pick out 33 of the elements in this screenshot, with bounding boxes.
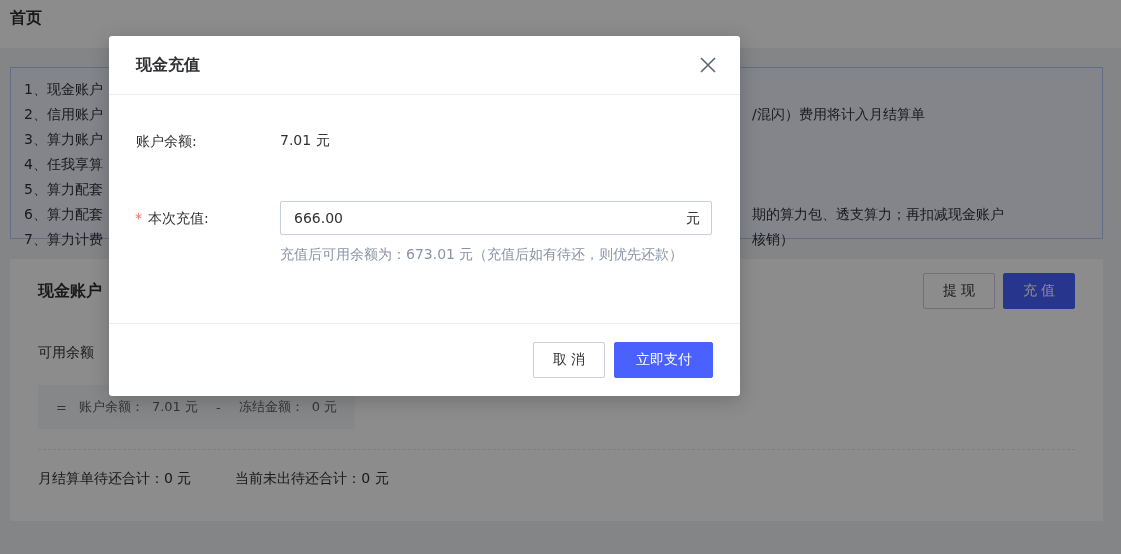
dialog-button[interactable]: 取 消 (533, 342, 605, 378)
field-label: 本次充值: (148, 210, 209, 226)
balance-value: 7.01 元 (280, 132, 330, 148)
notice-text: 2、信用账户 (24, 105, 103, 124)
field-label: 账户余额: (136, 133, 197, 149)
page-title: 首页 (10, 7, 42, 29)
action-button[interactable]: 提 现 (923, 273, 995, 309)
available-label: 可用余额 (38, 344, 94, 360)
total-text: 当前未出待还合计：0 元 (235, 470, 389, 488)
frozen-label: 冻结金额： (238, 398, 304, 416)
close-icon[interactable] (700, 57, 716, 73)
notice-text: /混闪）费用将计入月结算单 (752, 105, 925, 124)
dialog-title: 现金充值 (136, 54, 200, 76)
notice-text: 核销） (752, 230, 794, 249)
notice-text: 1、现金账户 (24, 80, 103, 99)
frozen-value: 0 元 (311, 398, 338, 416)
notice-text: 6、算力配套 (24, 205, 103, 224)
notice-text: 5、算力配套 (24, 180, 103, 199)
notice-text: 4、任我享算 (24, 155, 103, 174)
dialog-button[interactable]: 立即支付 (614, 342, 713, 378)
notice-text: 7、算力计费 (24, 230, 103, 249)
action-button[interactable]: 充 值 (1003, 273, 1075, 309)
card-title: 现金账户 (38, 280, 102, 302)
notice-text: 3、算力账户 (24, 130, 103, 149)
required-mark: * (135, 210, 142, 226)
notice-text: 期的算力包、透支算力；再扣减现金账户 (752, 205, 1004, 224)
equals-sign: = (56, 399, 67, 415)
hint-text: 充值后可用余额为：673.01 元（充值后如有待还，则优先还款） (280, 245, 685, 264)
minus-sign: - (216, 399, 221, 415)
unit-text: 元 (686, 209, 700, 227)
balance-value: 7.01 元 (151, 398, 198, 416)
total-text: 月结算单待还合计：0 元 (38, 470, 192, 488)
balance-label: 账户余额： (78, 398, 144, 416)
